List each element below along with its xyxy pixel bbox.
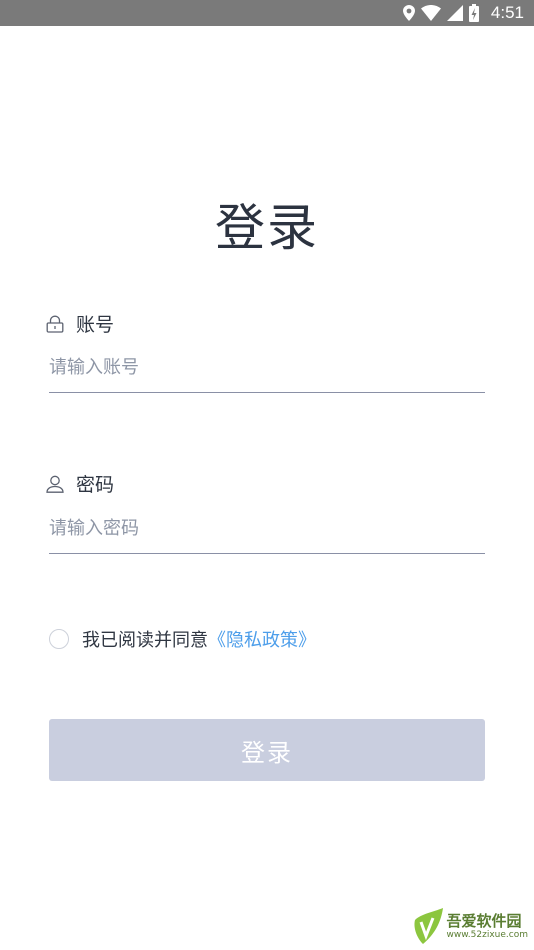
agreement-text: 我已阅读并同意 (82, 630, 208, 651)
watermark-name: 吾爱软件园 (446, 911, 522, 930)
wifi-icon (420, 5, 441, 21)
agreement-row: 我已阅读并同意 《隐私政策》 (49, 626, 316, 652)
lock-icon (46, 315, 64, 333)
password-field (49, 503, 485, 554)
account-label: 账号 (76, 314, 115, 336)
page-title: 登录 (215, 199, 319, 257)
password-label-row: 密码 (46, 470, 114, 497)
watermark-url: www.52zixue.com (446, 929, 528, 940)
account-label-row: 账号 (46, 310, 114, 337)
login-button[interactable]: 登录 (49, 719, 485, 781)
password-input[interactable] (49, 503, 485, 553)
signal-icon (446, 5, 463, 21)
leaf-logo-icon (414, 908, 443, 944)
user-icon (46, 475, 64, 493)
agreement-checkbox[interactable] (49, 629, 69, 649)
account-input[interactable] (49, 342, 485, 392)
privacy-policy-link[interactable]: 《隐私政策》 (208, 626, 316, 652)
watermark: 吾爱软件园 www.52zixue.com (411, 906, 528, 946)
status-icons: 4:51 (402, 0, 524, 26)
battery-icon (468, 4, 479, 22)
account-field (49, 342, 485, 393)
password-label: 密码 (76, 474, 115, 496)
status-time: 4:51 (490, 3, 524, 22)
watermark-text: 吾爱软件园 www.52zixue.com (447, 912, 528, 941)
status-bar: 4:51 (0, 0, 534, 26)
location-icon (402, 5, 415, 21)
